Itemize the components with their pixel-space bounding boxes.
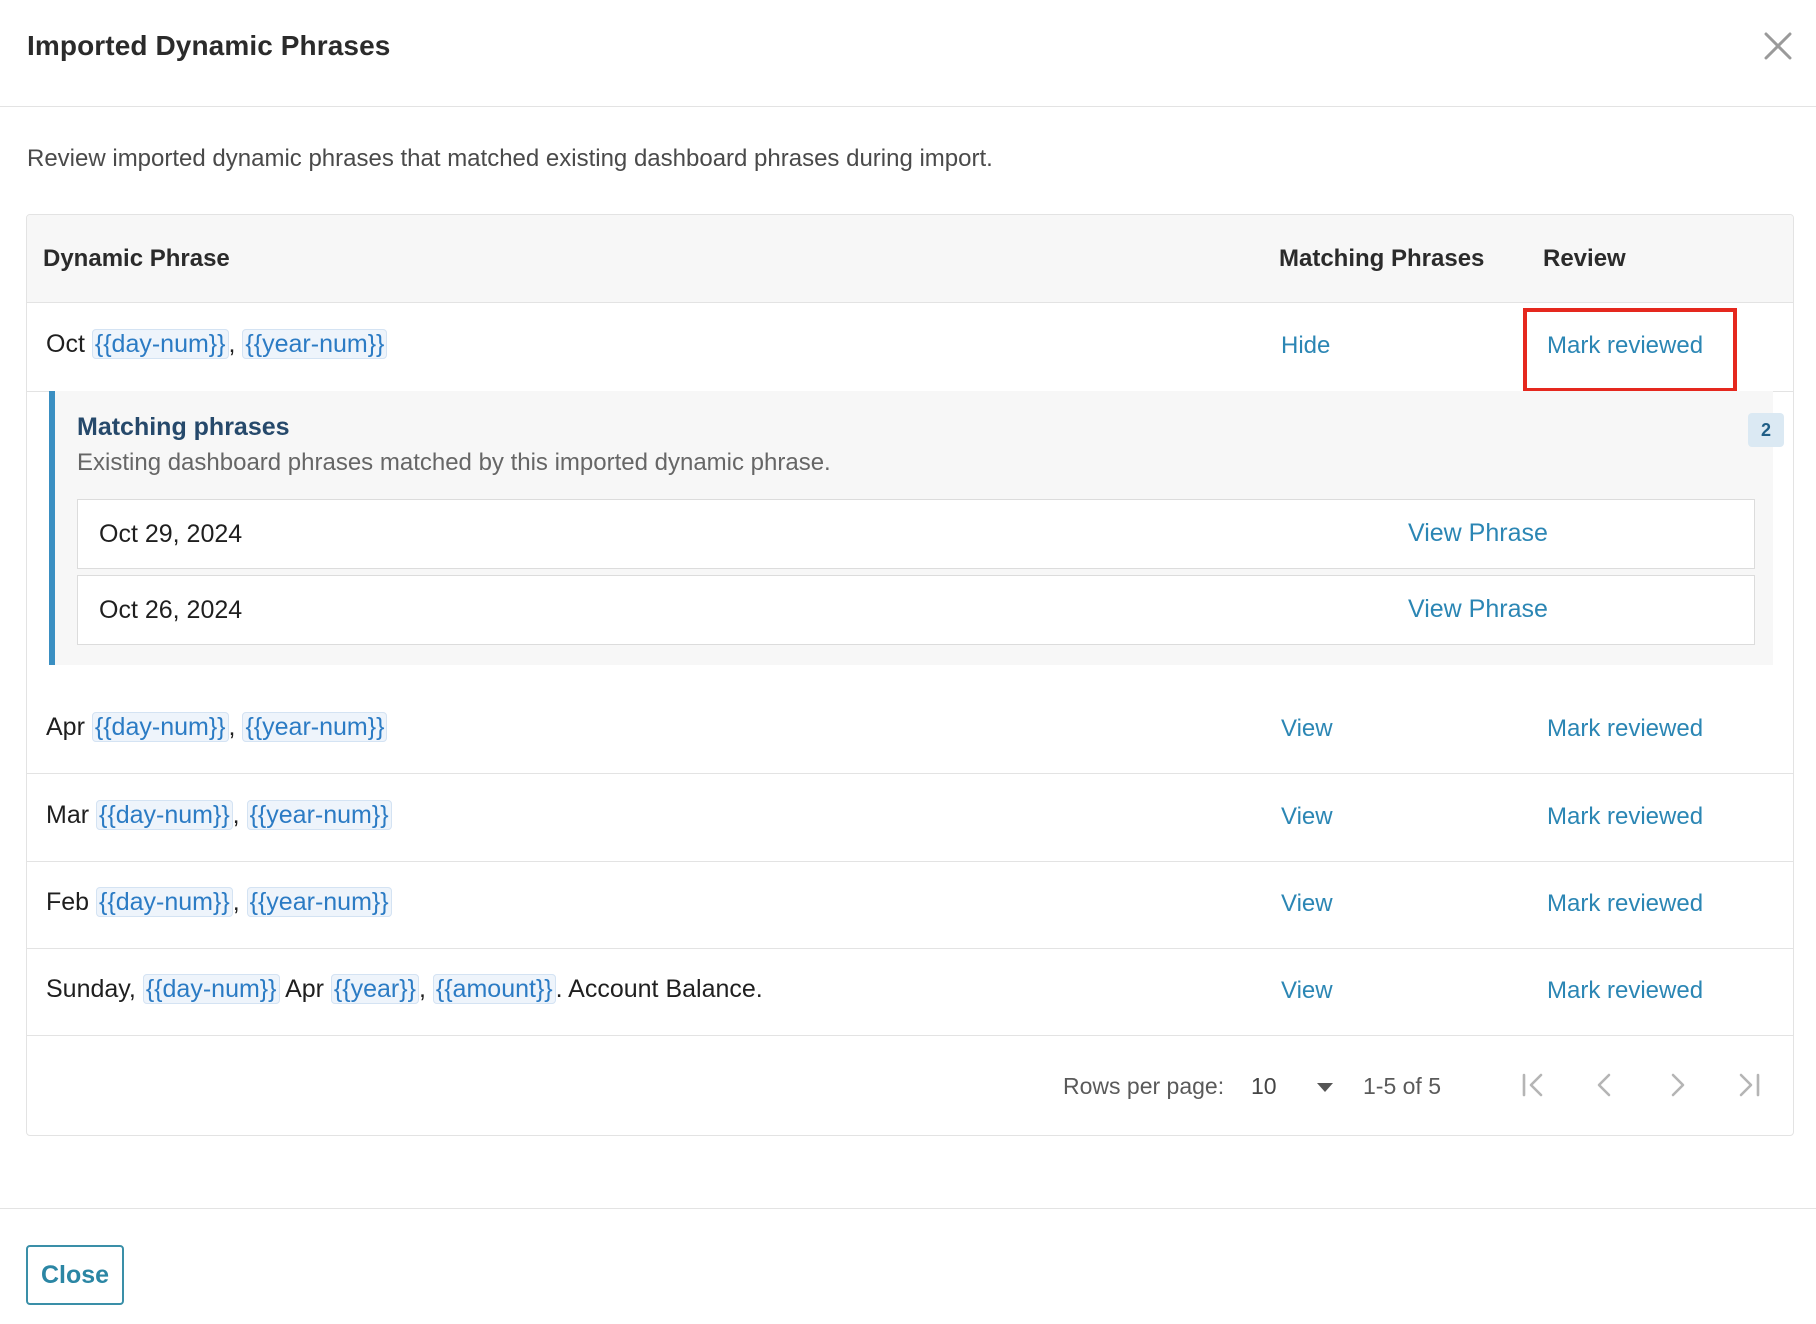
rows-per-page-value: 10	[1251, 1073, 1277, 1099]
dialog-description: Review imported dynamic phrases that mat…	[27, 145, 993, 172]
table-row: Feb {{day-num}}, {{year-num}} View Mark …	[27, 861, 1793, 949]
matching-phrase-item: Oct 29, 2024 View Phrase	[77, 499, 1755, 569]
view-matching-link[interactable]: View	[1281, 977, 1333, 1005]
phrase-text-segment: Sunday,	[46, 975, 143, 1003]
phrase-token: {{day-num}}	[142, 974, 280, 1004]
mark-reviewed-link[interactable]: Mark reviewed	[1547, 803, 1703, 831]
page-range: 1-5 of 5	[1363, 1073, 1441, 1099]
matching-phrases-title: Matching phrases	[77, 413, 290, 441]
dialog-title: Imported Dynamic Phrases	[27, 30, 391, 61]
table-pagination: Rows per page: 10 1-5 of 5	[27, 1035, 1793, 1135]
phrase-text-segment: ,	[228, 330, 243, 358]
phrase-token: {{year-num}}	[242, 329, 388, 359]
phrase-token: {{year}}	[330, 974, 419, 1004]
rows-per-page-select[interactable]: 10	[1251, 1071, 1335, 1101]
hide-matching-link[interactable]: Hide	[1281, 332, 1330, 360]
phrase-text-segment: ,	[232, 801, 247, 829]
phrase-token: {{day-num}}	[96, 887, 233, 917]
phrase-text-segment: ,	[232, 888, 247, 916]
column-header-review: Review	[1543, 245, 1626, 272]
view-matching-link[interactable]: View	[1281, 715, 1333, 743]
close-icon[interactable]	[1762, 30, 1794, 62]
phrases-table: Dynamic Phrase Matching Phrases Review O…	[26, 214, 1794, 1136]
phrase-text-segment: Mar	[46, 801, 96, 829]
view-matching-link[interactable]: View	[1281, 890, 1333, 918]
dynamic-phrase-text: Feb {{day-num}}, {{year-num}}	[46, 887, 392, 917]
chevron-left-icon[interactable]	[1587, 1067, 1623, 1103]
matching-phrase-date: Oct 26, 2024	[99, 596, 243, 624]
view-phrase-link[interactable]: View Phrase	[1408, 519, 1548, 548]
phrase-text-segment: Apr	[46, 713, 92, 741]
phrase-token: {{day-num}}	[91, 712, 229, 742]
phrase-text-segment: Apr	[279, 975, 331, 1003]
dynamic-phrase-text: Oct {{day-num}}, {{year-num}}	[46, 329, 388, 359]
view-phrase-link[interactable]: View Phrase	[1408, 595, 1548, 624]
dynamic-phrase-text: Sunday, {{day-num}} Apr {{year}}, {{amou…	[46, 974, 763, 1004]
phrase-token: {{day-num}}	[91, 329, 229, 359]
imported-dynamic-phrases-dialog: Imported Dynamic Phrases Review imported…	[0, 0, 1816, 1324]
matching-phrase-item: Oct 26, 2024 View Phrase	[77, 575, 1755, 645]
phrase-text-segment: ,	[228, 713, 243, 741]
rows-per-page-label: Rows per page:	[1063, 1073, 1225, 1099]
phrase-token: {{year-num}}	[246, 887, 392, 917]
phrase-token: {{amount}}	[432, 974, 556, 1004]
close-button[interactable]: Close	[26, 1245, 124, 1305]
mark-reviewed-link[interactable]: Mark reviewed	[1547, 890, 1703, 918]
last-page-icon[interactable]	[1731, 1067, 1767, 1103]
footer-divider	[0, 1208, 1816, 1209]
matching-phrases-subtitle: Existing dashboard phrases matched by th…	[77, 449, 831, 476]
table-row: Sunday, {{day-num}} Apr {{year}}, {{amou…	[27, 948, 1793, 1036]
matching-phrase-date: Oct 29, 2024	[99, 520, 243, 548]
table-header: Dynamic Phrase Matching Phrases Review	[27, 215, 1793, 303]
phrase-text-segment: Feb	[46, 888, 97, 916]
phrase-token: {{day-num}}	[96, 800, 233, 830]
table-row: Oct {{day-num}}, {{year-num}} Hide Mark …	[27, 303, 1793, 392]
column-header-matching-phrases: Matching Phrases	[1279, 245, 1485, 272]
phrase-text-segment: Oct	[46, 330, 92, 358]
view-matching-link[interactable]: View	[1281, 803, 1333, 831]
first-page-icon[interactable]	[1515, 1067, 1551, 1103]
mark-reviewed-link[interactable]: Mark reviewed	[1547, 977, 1703, 1005]
phrase-token: {{year-num}}	[242, 712, 388, 742]
chevron-right-icon[interactable]	[1659, 1067, 1695, 1103]
dialog-header: Imported Dynamic Phrases	[0, 0, 1816, 107]
phrase-token: {{year-num}}	[246, 800, 392, 830]
phrase-text-segment: ,	[418, 975, 433, 1003]
dynamic-phrase-text: Mar {{day-num}}, {{year-num}}	[46, 800, 392, 830]
dynamic-phrase-text: Apr {{day-num}}, {{year-num}}	[46, 712, 388, 742]
table-row: Apr {{day-num}}, {{year-num}} View Mark …	[27, 686, 1793, 774]
phrase-text-segment: . Account Balance.	[555, 975, 763, 1003]
matching-phrases-panel: Matching phrases Existing dashboard phra…	[49, 391, 1784, 665]
caret-down-icon	[1317, 1083, 1333, 1092]
mark-reviewed-link[interactable]: Mark reviewed	[1547, 715, 1703, 743]
match-count-badge: 2	[1748, 413, 1784, 447]
mark-reviewed-link[interactable]: Mark reviewed	[1547, 332, 1703, 360]
table-row: Mar {{day-num}}, {{year-num}} View Mark …	[27, 774, 1793, 862]
column-header-dynamic-phrase: Dynamic Phrase	[43, 245, 230, 272]
